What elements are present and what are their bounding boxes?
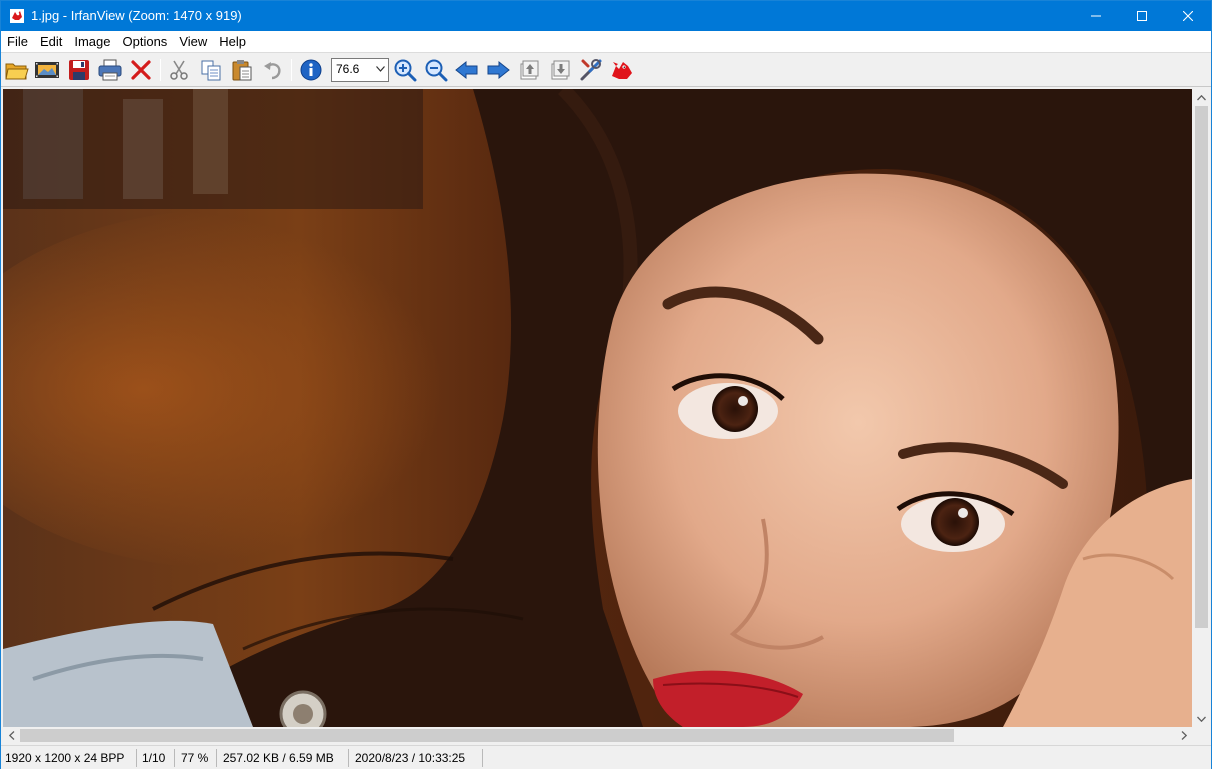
irfanview-logo-icon [612,62,632,79]
paste-button[interactable] [229,57,255,83]
info-icon [300,59,322,81]
status-separator [136,749,137,767]
menu-help[interactable]: Help [213,31,252,52]
info-button[interactable] [298,57,324,83]
chevron-right-icon [1181,731,1187,740]
copy-icon [201,60,221,81]
chevron-left-icon [8,731,14,740]
menu-view[interactable]: View [173,31,213,52]
vertical-scroll-thumb[interactable] [1195,106,1208,628]
status-separator [482,749,483,767]
zoom-out-button[interactable] [423,57,449,83]
horizontal-scroll-thumb[interactable] [20,729,954,742]
status-separator [216,749,217,767]
zoom-out-icon [425,59,448,82]
print-button[interactable] [97,57,123,83]
close-icon [1183,11,1193,21]
copy-button[interactable] [198,57,224,83]
menu-image[interactable]: Image [68,31,116,52]
irfanview-window: 1.jpg - IrfanView (Zoom: 1470 x 919) Fil… [0,0,1212,769]
status-zoom: 77 % [181,751,209,765]
settings-button[interactable] [578,57,604,83]
zoom-in-icon [394,59,417,82]
open-folder-icon [5,63,29,80]
window-title: 1.jpg - IrfanView (Zoom: 1470 x 919) [31,8,242,23]
photo-image [3,89,1192,727]
previous-file-button[interactable] [454,57,480,83]
save-icon [69,60,89,80]
status-separator [174,749,175,767]
minimize-button[interactable] [1073,1,1119,31]
menu-file[interactable]: File [1,31,34,52]
undo-icon [264,62,281,80]
delete-icon [131,60,151,80]
toolbar-separator [291,59,292,81]
next-icon [487,60,510,80]
previous-icon [455,60,478,80]
next-file-button[interactable] [485,57,511,83]
last-file-button[interactable] [547,57,573,83]
first-file-icon [520,60,539,80]
settings-icon [580,59,602,81]
slideshow-icon [35,62,59,78]
open-button[interactable] [4,57,30,83]
close-button[interactable] [1165,1,1211,31]
vertical-scrollbar[interactable] [1192,89,1211,727]
irfanview-app-icon [9,8,25,24]
menu-options[interactable]: Options [117,31,174,52]
cut-icon [170,60,188,80]
zoom-value: 76.6 [336,62,360,76]
horizontal-scrollbar[interactable] [3,727,1192,744]
paste-icon [232,60,252,81]
maximize-icon [1137,11,1147,21]
chevron-up-icon [1197,94,1206,100]
title-bar[interactable]: 1.jpg - IrfanView (Zoom: 1470 x 919) [1,1,1211,31]
scroll-up-button[interactable] [1192,89,1211,106]
irfanview-logo-button[interactable] [609,57,635,83]
menu-bar: File Edit Image Options View Help [1,31,1211,52]
last-file-icon [551,60,570,80]
status-file-size: 257.02 KB / 6.59 MB [223,751,334,765]
delete-button[interactable] [128,57,154,83]
cut-button[interactable] [166,57,192,83]
status-bar: 1920 x 1200 x 24 BPP 1/10 77 % 257.02 KB… [1,745,1211,769]
status-datetime: 2020/8/23 / 10:33:25 [355,751,466,765]
undo-button[interactable] [260,57,286,83]
menu-edit[interactable]: Edit [34,31,68,52]
maximize-button[interactable] [1119,1,1165,31]
toolbar-separator [160,59,161,81]
scrollbar-corner [1192,727,1211,744]
chevron-down-icon [1197,716,1206,722]
save-button[interactable] [66,57,92,83]
print-icon [98,59,122,81]
image-viewport[interactable] [3,89,1192,727]
first-file-button[interactable] [516,57,542,83]
status-separator [348,749,349,767]
scroll-right-button[interactable] [1175,727,1192,744]
status-file-index: 1/10 [142,751,166,765]
slideshow-button[interactable] [34,57,60,83]
minimize-icon [1091,15,1101,17]
chevron-down-icon [376,66,385,72]
scroll-down-button[interactable] [1192,710,1211,727]
zoom-combobox[interactable]: 76.6 [331,58,389,82]
zoom-in-button[interactable] [392,57,418,83]
status-dimensions: 1920 x 1200 x 24 BPP [5,751,125,765]
toolbar: 76.6 [1,52,1211,87]
scroll-left-button[interactable] [3,727,20,744]
